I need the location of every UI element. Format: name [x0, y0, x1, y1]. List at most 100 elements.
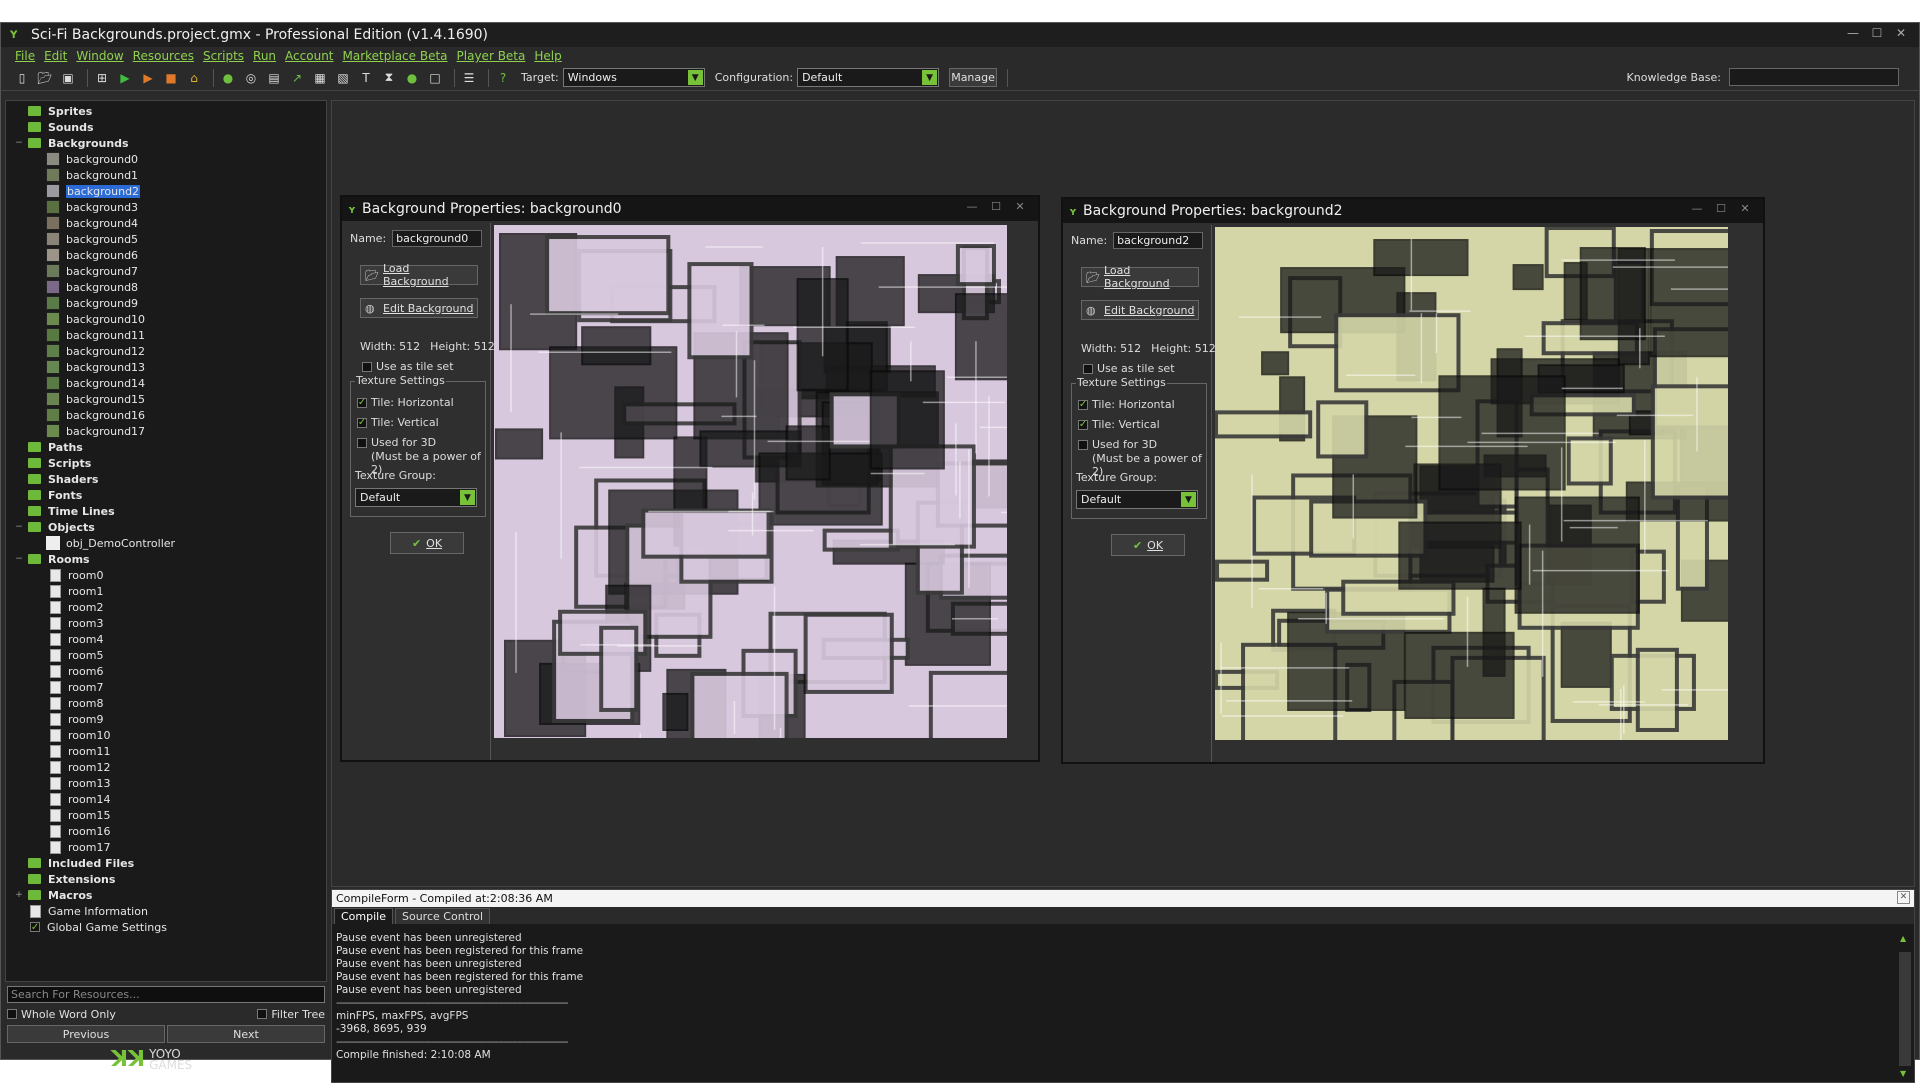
- tree-item-background3[interactable]: background3: [14, 199, 326, 215]
- tree-group-sprites[interactable]: Sprites: [14, 103, 326, 119]
- tree-item-background5[interactable]: background5: [14, 231, 326, 247]
- save-project-icon[interactable]: ▣: [59, 69, 77, 87]
- tree-item-obj_DemoController[interactable]: obj_DemoController: [14, 535, 326, 551]
- collapse-icon[interactable]: −: [14, 522, 24, 532]
- tree-item-background1[interactable]: background1: [14, 167, 326, 183]
- maximize-button[interactable]: ☐: [984, 200, 1008, 213]
- create-object-icon[interactable]: ●: [403, 69, 421, 87]
- tree-item-room15[interactable]: room15: [14, 807, 326, 823]
- tree-item-background16[interactable]: background16: [14, 407, 326, 423]
- stop-icon[interactable]: ■: [162, 69, 180, 87]
- tree-item-room16[interactable]: room16: [14, 823, 326, 839]
- tab-source-control[interactable]: Source Control: [395, 908, 491, 924]
- tree-item-background7[interactable]: background7: [14, 263, 326, 279]
- tree-item-background4[interactable]: background4: [14, 215, 326, 231]
- maximize-button[interactable]: ☐: [1709, 202, 1733, 215]
- create-executable-icon[interactable]: ⊞: [93, 69, 111, 87]
- tree-group-macros[interactable]: + Macros: [14, 887, 326, 903]
- name-input[interactable]: background2: [1113, 232, 1204, 249]
- tree-item-background14[interactable]: background14: [14, 375, 326, 391]
- manage-button[interactable]: Manage: [949, 68, 998, 87]
- create-font-icon[interactable]: T: [357, 69, 375, 87]
- load-background-button[interactable]: 📂︎ Load Background: [1081, 264, 1199, 290]
- used-for-3d-checkbox[interactable]: [1078, 439, 1088, 450]
- tree-item-global-game-settings[interactable]: ✓ Global Game Settings: [14, 919, 326, 935]
- menu-run[interactable]: Run: [253, 49, 276, 63]
- tile-horizontal-checkbox[interactable]: ✓: [1078, 399, 1088, 410]
- minimize-button[interactable]: —: [960, 200, 984, 213]
- tree-item-background9[interactable]: background9: [14, 295, 326, 311]
- tree-item-room1[interactable]: room1: [14, 583, 326, 599]
- tree-item-room6[interactable]: room6: [14, 663, 326, 679]
- tree-item-room0[interactable]: room0: [14, 567, 326, 583]
- tree-item-background10[interactable]: background10: [14, 311, 326, 327]
- close-button[interactable]: ✕: [1008, 200, 1032, 213]
- tree-group-rooms[interactable]: − Rooms: [14, 551, 326, 567]
- next-button[interactable]: Next: [167, 1025, 325, 1043]
- tree-item-room12[interactable]: room12: [14, 759, 326, 775]
- texture-group-select[interactable]: Default ▼: [355, 488, 477, 507]
- game-settings-icon[interactable]: ☰: [460, 69, 478, 87]
- target-select[interactable]: Windows ▼: [562, 68, 705, 87]
- tree-item-room14[interactable]: room14: [14, 791, 326, 807]
- edit-background-button[interactable]: ◍ Edit Background: [1081, 300, 1199, 320]
- close-icon[interactable]: ✕: [1897, 891, 1910, 904]
- tile-vertical-checkbox[interactable]: ✓: [1078, 419, 1088, 430]
- create-room-icon[interactable]: □: [426, 69, 444, 87]
- menu-resources[interactable]: Resources: [133, 49, 194, 63]
- name-input[interactable]: background0: [392, 230, 483, 247]
- create-timeline-icon[interactable]: ⧗: [380, 69, 398, 87]
- tree-item-game-information[interactable]: Game Information: [14, 903, 326, 919]
- ok-button[interactable]: ✔ OK: [390, 532, 464, 554]
- tree-item-room7[interactable]: room7: [14, 679, 326, 695]
- tree-item-background17[interactable]: background17: [14, 423, 326, 439]
- tree-group-included-files[interactable]: Included Files: [14, 855, 326, 871]
- search-resources-input[interactable]: Search For Resources...: [7, 986, 325, 1003]
- tree-group-shaders[interactable]: Shaders: [14, 471, 326, 487]
- menu-window[interactable]: Window: [76, 49, 123, 63]
- close-button[interactable]: ✕: [1889, 23, 1913, 43]
- create-shader-icon[interactable]: ▧: [334, 69, 352, 87]
- menu-edit[interactable]: Edit: [44, 49, 67, 63]
- texture-group-select[interactable]: Default ▼: [1076, 490, 1198, 509]
- knowledge-base-input[interactable]: [1729, 68, 1899, 86]
- ok-button[interactable]: ✔ OK: [1111, 534, 1185, 556]
- create-background-icon[interactable]: ▤: [265, 69, 283, 87]
- tree-item-room5[interactable]: room5: [14, 647, 326, 663]
- menu-help[interactable]: Help: [534, 49, 561, 63]
- tree-group-scripts[interactable]: Scripts: [14, 455, 326, 471]
- tree-group-fonts[interactable]: Fonts: [14, 487, 326, 503]
- load-background-button[interactable]: 📂︎ Load Background: [360, 262, 478, 288]
- tree-item-room2[interactable]: room2: [14, 599, 326, 615]
- maximize-button[interactable]: ☐: [1865, 23, 1889, 43]
- create-script-icon[interactable]: ▦: [311, 69, 329, 87]
- tab-compile[interactable]: Compile: [334, 908, 393, 924]
- help-icon[interactable]: ?: [494, 69, 512, 87]
- use-as-tileset-checkbox[interactable]: [1083, 363, 1093, 374]
- tree-item-background6[interactable]: background6: [14, 247, 326, 263]
- tree-group-time-lines[interactable]: Time Lines: [14, 503, 326, 519]
- scroll-thumb[interactable]: [1899, 952, 1911, 1066]
- open-project-icon[interactable]: 📂︎: [36, 69, 54, 87]
- tree-group-backgrounds[interactable]: − Backgrounds: [14, 135, 326, 151]
- background-properties-window[interactable]: ʏ Background Properties: background2 — ☐…: [1061, 197, 1765, 764]
- scroll-down-icon[interactable]: ▼: [1900, 1069, 1906, 1078]
- tree-group-extensions[interactable]: Extensions: [14, 871, 326, 887]
- previous-button[interactable]: Previous: [7, 1025, 165, 1043]
- tree-item-room11[interactable]: room11: [14, 743, 326, 759]
- expand-icon[interactable]: +: [14, 890, 24, 900]
- tree-item-room9[interactable]: room9: [14, 711, 326, 727]
- tree-group-paths[interactable]: Paths: [14, 439, 326, 455]
- tile-horizontal-checkbox[interactable]: ✓: [357, 397, 367, 408]
- tree-item-background0[interactable]: background0: [14, 151, 326, 167]
- clean-icon[interactable]: ⌂: [185, 69, 203, 87]
- menu-marketplace[interactable]: Marketplace Beta: [343, 49, 448, 63]
- collapse-icon[interactable]: −: [14, 554, 24, 564]
- create-sound-icon[interactable]: ◎: [242, 69, 260, 87]
- menu-scripts[interactable]: Scripts: [203, 49, 244, 63]
- configuration-select[interactable]: Default ▼: [797, 68, 940, 87]
- create-path-icon[interactable]: ↗: [288, 69, 306, 87]
- menu-account[interactable]: Account: [285, 49, 333, 63]
- debug-game-icon[interactable]: ▶: [139, 69, 157, 87]
- tree-item-room13[interactable]: room13: [14, 775, 326, 791]
